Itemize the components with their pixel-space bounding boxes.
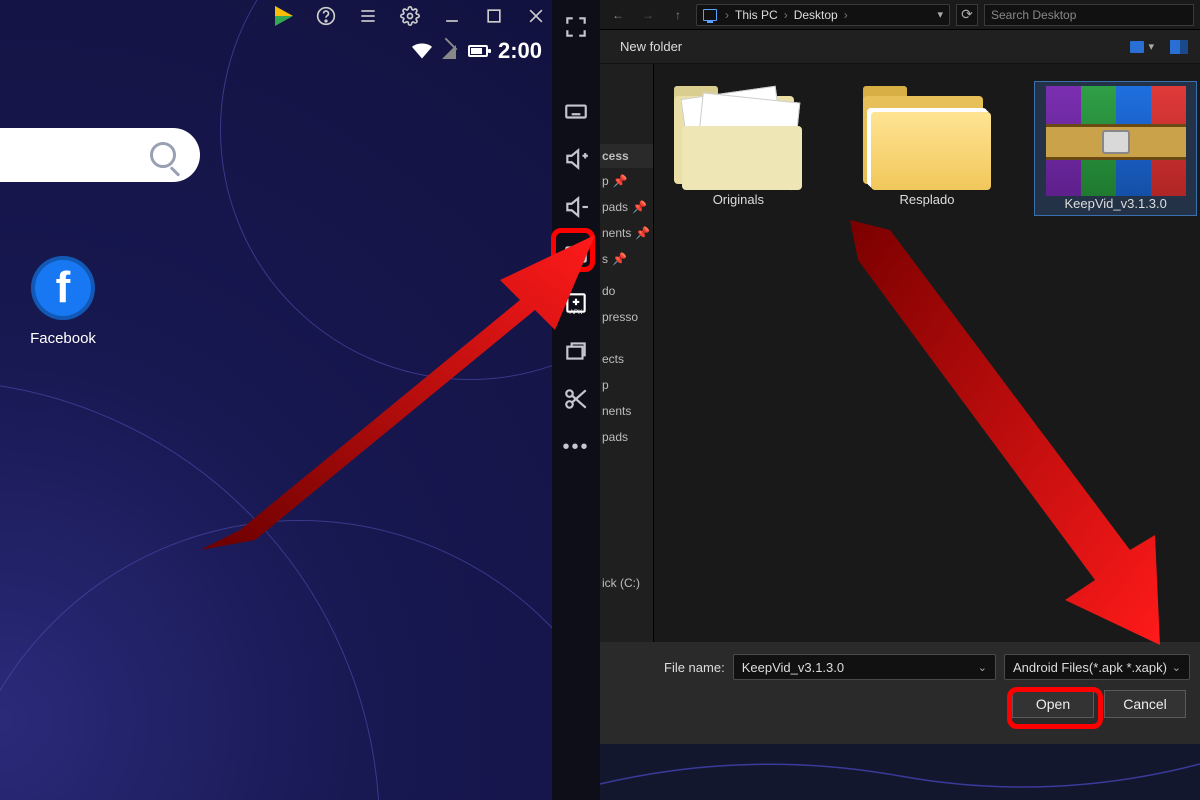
nav-tree-clipped: cess p📌 pads📌 nents📌 s📌 do presso ects p… xyxy=(600,64,654,642)
file-type-combo[interactable]: Android Files(*.apk *.xapk) ⌄ xyxy=(1004,654,1190,680)
nav-tree-item[interactable]: pads xyxy=(600,424,653,450)
nav-tree-item[interactable]: ects xyxy=(600,346,653,372)
wallpaper-wave xyxy=(0,520,552,800)
search-bar[interactable] xyxy=(0,128,200,182)
file-open-dialog: ← → ↑ › This PC › Desktop › ▾ ⟳ Search D… xyxy=(600,0,1200,744)
no-signal-icon xyxy=(442,43,458,59)
quick-access-header[interactable]: cess xyxy=(600,144,653,168)
battery-icon xyxy=(468,45,488,57)
file-item-selected[interactable]: KeepVid_v3.1.3.0 xyxy=(1035,82,1196,215)
breadcrumb-this-pc[interactable]: This PC xyxy=(735,8,778,22)
nav-tree-item[interactable]: nents📌 xyxy=(600,220,653,246)
search-icon xyxy=(150,142,176,168)
dialog-toolbar: New folder ▾ xyxy=(600,30,1200,64)
clock: 2:00 xyxy=(498,38,542,64)
wifi-icon xyxy=(412,43,432,59)
view-controls: ▾ xyxy=(1130,40,1188,54)
refresh-icon[interactable]: ⟳ xyxy=(956,4,978,26)
archive-icon xyxy=(1046,86,1186,196)
breadcrumb-folder[interactable]: Desktop xyxy=(794,8,838,22)
item-label: KeepVid_v3.1.3.0 xyxy=(1035,196,1196,211)
emulator-titlebar xyxy=(274,6,546,26)
install-apk-button[interactable]: APK xyxy=(563,290,589,316)
svg-text:APK: APK xyxy=(569,309,583,316)
volume-down-icon[interactable] xyxy=(563,194,589,220)
folder-icon xyxy=(668,82,808,192)
nav-tree-disk[interactable]: ick (C:) xyxy=(600,570,653,596)
file-name-input[interactable]: KeepVid_v3.1.3.0 ⌄ xyxy=(733,654,996,680)
new-folder-button[interactable]: New folder xyxy=(620,39,682,54)
chevron-down-icon[interactable]: ▾ xyxy=(937,8,943,21)
file-name-value: KeepVid_v3.1.3.0 xyxy=(742,660,844,675)
preview-pane-button[interactable] xyxy=(1170,40,1188,54)
emulator-toolbar: APK ••• xyxy=(552,0,600,800)
settings-icon[interactable] xyxy=(400,6,420,26)
nav-tree-item[interactable]: s📌 xyxy=(600,246,653,272)
nav-back-icon[interactable]: ← xyxy=(606,3,630,27)
fullscreen-icon[interactable] xyxy=(563,14,589,40)
app-shortcut-facebook[interactable]: f Facebook xyxy=(18,256,108,347)
open-button[interactable]: Open xyxy=(1012,690,1094,718)
item-label: Resplado xyxy=(847,192,1008,207)
item-label: Originals xyxy=(658,192,819,207)
search-placeholder: Search Desktop xyxy=(991,8,1076,22)
nav-up-icon[interactable]: ↑ xyxy=(666,3,690,27)
app-label: Facebook xyxy=(18,330,108,347)
facebook-icon: f xyxy=(31,256,95,320)
view-mode-button[interactable]: ▾ xyxy=(1130,40,1154,53)
address-path[interactable]: › This PC › Desktop › ▾ xyxy=(696,4,950,26)
right-pane: ← → ↑ › This PC › Desktop › ▾ ⟳ Search D… xyxy=(600,0,1200,800)
this-pc-icon xyxy=(703,9,717,21)
wallpaper-wave xyxy=(0,380,380,800)
dialog-footer: File name: KeepVid_v3.1.3.0 ⌄ Android Fi… xyxy=(600,642,1200,744)
nav-tree-item[interactable]: pads📌 xyxy=(600,194,653,220)
chevron-down-icon[interactable]: ⌄ xyxy=(978,661,987,674)
scissors-icon[interactable] xyxy=(563,386,589,412)
more-icon[interactable]: ••• xyxy=(563,434,589,460)
folder-item[interactable]: Originals xyxy=(658,82,819,207)
chevron-down-icon[interactable]: ⌄ xyxy=(1172,661,1181,674)
nav-tree-item[interactable]: p xyxy=(600,372,653,398)
minimize-icon[interactable] xyxy=(442,6,462,26)
nav-tree-item[interactable]: do xyxy=(600,278,653,304)
keyboard-icon[interactable] xyxy=(563,98,589,124)
file-type-value: Android Files(*.apk *.xapk) xyxy=(1013,660,1167,675)
nav-tree-item[interactable]: nents xyxy=(600,398,653,424)
volume-up-icon[interactable] xyxy=(563,146,589,172)
menu-icon[interactable] xyxy=(358,6,378,26)
file-list: Originals Resplado KeepVid_v3.1.3.0 xyxy=(654,64,1200,642)
maximize-icon[interactable] xyxy=(484,6,504,26)
close-icon[interactable] xyxy=(526,6,546,26)
multi-instance-icon[interactable] xyxy=(563,338,589,364)
nav-forward-icon[interactable]: → xyxy=(636,3,660,27)
screenshot-icon[interactable] xyxy=(563,242,589,268)
android-status-bar: 2:00 xyxy=(412,38,542,64)
folder-item[interactable]: Resplado xyxy=(847,82,1008,207)
play-store-icon[interactable] xyxy=(274,6,294,26)
wallpaper-wave xyxy=(600,744,1200,800)
emulator-screen: 2:00 f Facebook xyxy=(0,0,552,800)
search-input[interactable]: Search Desktop xyxy=(984,4,1194,26)
file-name-label: File name: xyxy=(664,660,725,675)
folder-icon xyxy=(857,82,997,192)
help-icon[interactable] xyxy=(316,6,336,26)
nav-tree-item[interactable]: presso xyxy=(600,304,653,330)
cancel-button[interactable]: Cancel xyxy=(1104,690,1186,718)
nav-tree-item[interactable]: p📌 xyxy=(600,168,653,194)
dialog-address-bar: ← → ↑ › This PC › Desktop › ▾ ⟳ Search D… xyxy=(600,0,1200,30)
